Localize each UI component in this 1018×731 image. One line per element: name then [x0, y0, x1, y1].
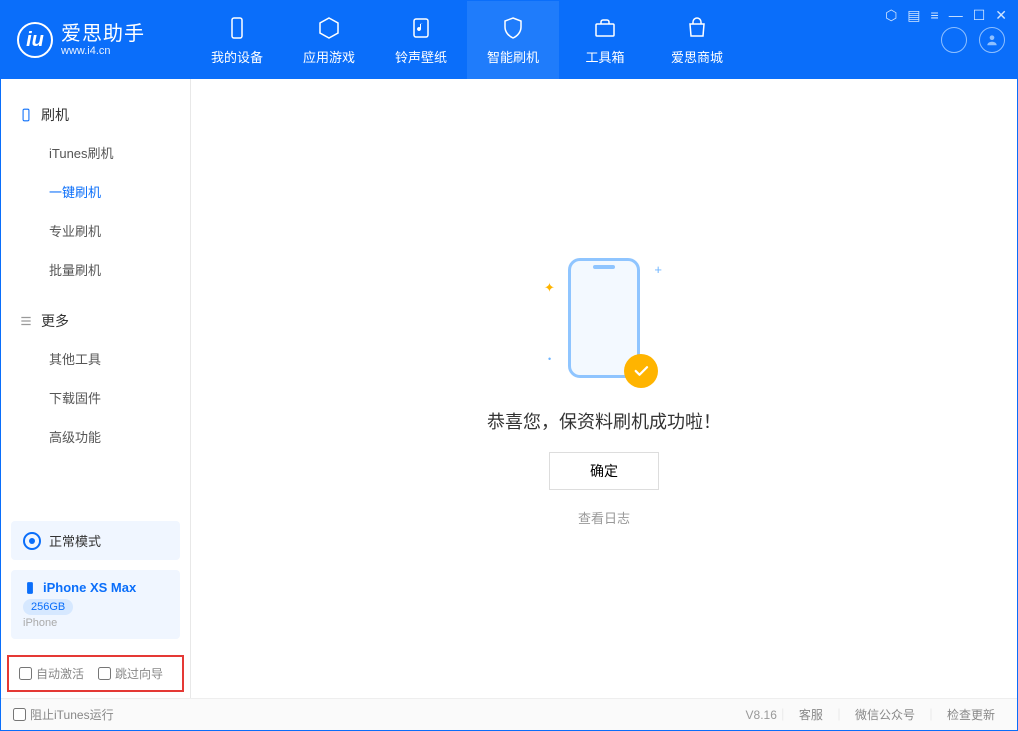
- section-title-label: 更多: [41, 311, 69, 331]
- logo[interactable]: iu 爱思助手 www.i4.cn: [1, 1, 191, 79]
- checkbox-block-itunes[interactable]: 阻止iTunes运行: [13, 706, 114, 723]
- download-button[interactable]: [941, 27, 967, 53]
- nav-ringtone-wallpaper[interactable]: 铃声壁纸: [375, 1, 467, 79]
- bag-icon: [684, 15, 710, 41]
- storage-badge: 256GB: [23, 599, 73, 615]
- checkbox-skip-guide[interactable]: 跳过向导: [98, 665, 163, 682]
- nav-apps-games[interactable]: 应用游戏: [283, 1, 375, 79]
- sidebar-item-download-firmware[interactable]: 下载固件: [1, 378, 190, 417]
- success-illustration: ✦ + •: [544, 250, 664, 390]
- sidebar-section-more: 更多: [1, 303, 190, 339]
- sidebar: 刷机 iTunes刷机 一键刷机 专业刷机 批量刷机 更多 其他工具 下载固件 …: [1, 79, 191, 698]
- shield-icon: [500, 15, 526, 41]
- sidebar-item-other-tools[interactable]: 其他工具: [1, 339, 190, 378]
- checkbox-label: 阻止iTunes运行: [30, 706, 114, 723]
- spark-icon: •: [548, 354, 551, 364]
- toolbox-icon: [592, 15, 618, 41]
- sidebar-item-pro-flash[interactable]: 专业刷机: [1, 211, 190, 250]
- cube-icon: [316, 15, 342, 41]
- nav-store[interactable]: 爱思商城: [651, 1, 743, 79]
- nav-my-device[interactable]: 我的设备: [191, 1, 283, 79]
- nav-label: 我的设备: [211, 47, 263, 66]
- phone-icon: [19, 108, 33, 122]
- checkbox-label: 自动激活: [36, 665, 84, 682]
- music-icon: [408, 15, 434, 41]
- version-label: V8.16: [746, 708, 777, 722]
- window-controls: ⬡ ▤ ≡ — ☐ ✕: [885, 7, 1007, 24]
- logo-subtitle: www.i4.cn: [61, 45, 145, 57]
- footer-link-wechat[interactable]: 微信公众号: [855, 706, 915, 723]
- user-button[interactable]: [979, 27, 1005, 53]
- checkbox-auto-activate[interactable]: 自动激活: [19, 665, 84, 682]
- device-type: iPhone: [23, 617, 168, 629]
- menu-icon[interactable]: ≡: [931, 7, 939, 24]
- sidebar-section-flash: 刷机: [1, 97, 190, 133]
- close-icon[interactable]: ✕: [995, 7, 1007, 24]
- maximize-icon[interactable]: ☐: [973, 7, 986, 24]
- footer: 阻止iTunes运行 V8.16 ｜ 客服 ｜ 微信公众号 ｜ 检查更新: [1, 698, 1017, 730]
- spark-icon: +: [654, 262, 662, 277]
- checkmark-badge-icon: [624, 354, 658, 388]
- body: 刷机 iTunes刷机 一键刷机 专业刷机 批量刷机 更多 其他工具 下载固件 …: [1, 79, 1017, 698]
- footer-link-service[interactable]: 客服: [799, 706, 823, 723]
- mode-dot-icon: [23, 532, 41, 550]
- mode-label: 正常模式: [49, 531, 101, 550]
- logo-icon: iu: [17, 22, 53, 58]
- nav-label: 应用游戏: [303, 47, 355, 66]
- nav-label: 爱思商城: [671, 47, 723, 66]
- mode-card[interactable]: 正常模式: [11, 521, 180, 560]
- minimize-icon[interactable]: —: [949, 7, 963, 24]
- phone-small-icon: [23, 581, 37, 595]
- list-icon[interactable]: ▤: [907, 7, 920, 24]
- section-title-label: 刷机: [41, 105, 69, 125]
- device-name: iPhone XS Max: [43, 580, 136, 595]
- device-card[interactable]: iPhone XS Max 256GB iPhone: [11, 570, 180, 639]
- nav-label: 铃声壁纸: [395, 47, 447, 66]
- list-icon: [19, 314, 33, 328]
- device-icon: [224, 15, 250, 41]
- ok-button[interactable]: 确定: [549, 452, 659, 490]
- footer-link-update[interactable]: 检查更新: [947, 706, 995, 723]
- shirt-icon[interactable]: ⬡: [885, 7, 897, 24]
- nav-toolbox[interactable]: 工具箱: [559, 1, 651, 79]
- sidebar-item-batch-flash[interactable]: 批量刷机: [1, 250, 190, 289]
- nav-label: 智能刷机: [487, 47, 539, 66]
- checkbox-highlight-row: 自动激活 跳过向导: [7, 655, 184, 692]
- sidebar-item-itunes-flash[interactable]: iTunes刷机: [1, 133, 190, 172]
- logo-title: 爱思助手: [61, 23, 145, 45]
- nav-label: 工具箱: [585, 47, 624, 66]
- spark-icon: ✦: [544, 280, 555, 296]
- main-content: ✦ + • 恭喜您，保资料刷机成功啦！ 确定 查看日志: [191, 79, 1017, 698]
- top-nav: 我的设备 应用游戏 铃声壁纸 智能刷机 工具箱 爱思商城: [191, 1, 743, 79]
- sidebar-item-oneclick-flash[interactable]: 一键刷机: [1, 172, 190, 211]
- header: iu 爱思助手 www.i4.cn 我的设备 应用游戏 铃声壁纸 智能刷机 工具…: [1, 1, 1017, 79]
- success-message: 恭喜您，保资料刷机成功啦！: [487, 408, 721, 434]
- checkbox-label: 跳过向导: [115, 665, 163, 682]
- view-log-link[interactable]: 查看日志: [578, 508, 630, 527]
- sidebar-item-advanced[interactable]: 高级功能: [1, 417, 190, 456]
- nav-smart-flash[interactable]: 智能刷机: [467, 1, 559, 79]
